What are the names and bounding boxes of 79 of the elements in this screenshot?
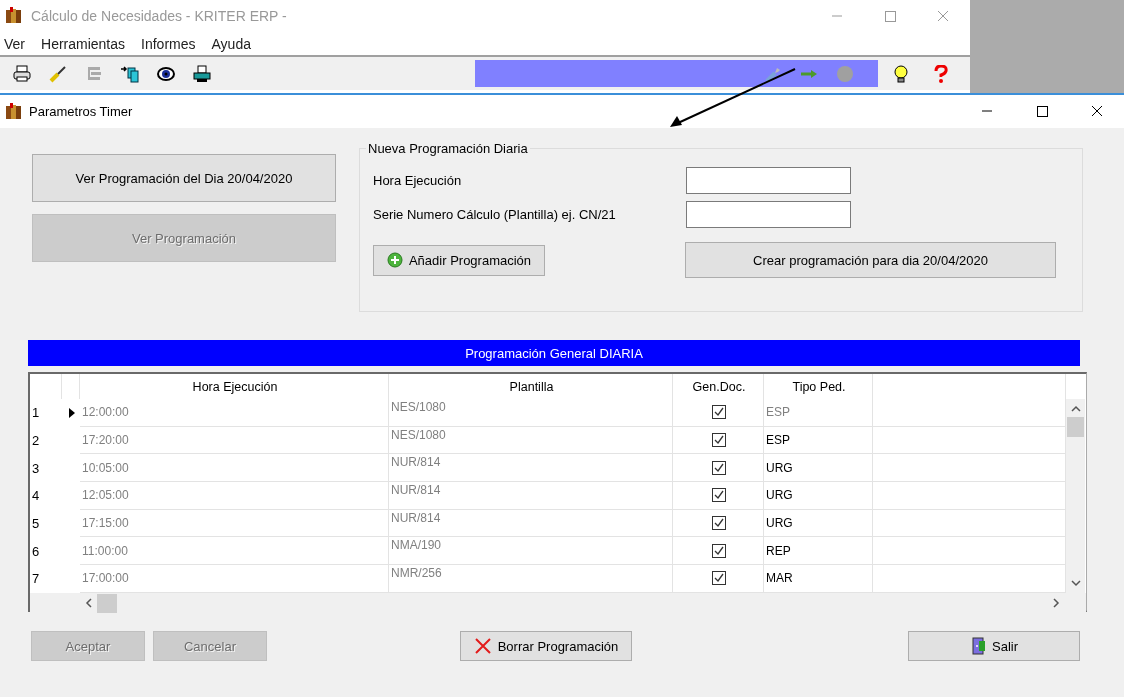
table-cell: NUR/814 xyxy=(389,482,673,510)
field-label: Serie Numero Cálculo (Plantilla) ej. CN/21 xyxy=(373,207,617,222)
checkbox[interactable] xyxy=(712,488,726,503)
documents-icon[interactable] xyxy=(121,64,139,83)
printer-icon[interactable] xyxy=(13,64,31,83)
table-cell: 17:00:00 xyxy=(80,565,389,593)
column-header[interactable]: Hora Ejecución xyxy=(80,374,389,399)
checkbox[interactable] xyxy=(712,405,726,420)
row-number: 5 xyxy=(31,515,41,534)
checkbox[interactable] xyxy=(712,460,726,475)
exit-button[interactable]: Salir xyxy=(908,631,1080,661)
table-cell: ESP xyxy=(764,426,873,455)
table-cell: URG xyxy=(764,482,873,510)
column-header[interactable]: Plantilla xyxy=(389,374,673,399)
dialog-title: Parametros Timer xyxy=(29,104,134,119)
create-schedule-button[interactable]: Crear programación para dia 20/04/2020 xyxy=(685,242,1056,278)
table-cell: 11:00:00 xyxy=(80,537,389,566)
add-schedule-button[interactable]: Añadir Programación xyxy=(373,244,545,276)
menu-item[interactable]: Informes xyxy=(137,35,200,52)
screwdriver-icon[interactable] xyxy=(49,64,67,83)
app-icon xyxy=(5,7,23,25)
row-number: 6 xyxy=(31,542,41,561)
input-field[interactable] xyxy=(686,167,851,194)
delete-button[interactable]: Borrar Programación xyxy=(460,631,632,661)
scroll-left-icon[interactable] xyxy=(85,598,93,609)
row-number: 7 xyxy=(31,570,41,589)
menu-item[interactable]: Ayuda xyxy=(207,35,255,52)
table-cell: 12:05:00 xyxy=(80,482,389,510)
table-cell: MAR xyxy=(764,565,873,593)
scroll-right-icon[interactable] xyxy=(1052,598,1060,609)
menu-item[interactable]: Herramientas xyxy=(37,35,130,52)
table-cell: NUR/814 xyxy=(389,454,673,483)
table-cell: NUR/814 xyxy=(389,509,673,538)
scroll-down-icon[interactable] xyxy=(1070,578,1081,587)
app-icon xyxy=(5,102,23,121)
checkbox[interactable] xyxy=(712,433,726,448)
checkbox[interactable] xyxy=(712,571,726,586)
table-cell: NES/1080 xyxy=(389,399,673,427)
table-cell: URG xyxy=(764,454,873,483)
scrollbar-thumb[interactable] xyxy=(97,593,117,613)
table-cell: URG xyxy=(764,509,873,538)
table-cell: 12:00:00 xyxy=(80,399,389,427)
checkbox[interactable] xyxy=(712,543,726,558)
table-title: Programación General DIARIA xyxy=(28,340,1080,366)
door-icon xyxy=(970,637,986,655)
table-cell: ESP xyxy=(764,399,873,427)
table-cell: NMR/256 xyxy=(389,565,673,593)
input-field[interactable] xyxy=(686,201,851,228)
row-number: 4 xyxy=(31,487,41,506)
scrollbar-thumb[interactable] xyxy=(1067,417,1084,437)
field-label: Hora Ejecución xyxy=(373,173,463,188)
close-button[interactable] xyxy=(1091,105,1104,118)
delete-icon xyxy=(473,637,492,655)
scroll-up-icon[interactable] xyxy=(1070,405,1081,413)
view-schedule-button[interactable]: Ver Programación del Dia 20/04/2020 xyxy=(32,154,336,202)
maximize-button[interactable] xyxy=(1036,105,1049,118)
horizontal-scrollbar[interactable] xyxy=(30,592,1086,614)
window-title: Cálculo de Necesidades - KRITER ERP - xyxy=(31,8,288,24)
printer-icon[interactable] xyxy=(193,64,211,83)
table-cell: 17:15:00 xyxy=(80,509,389,538)
row-number: 3 xyxy=(31,459,41,478)
menu-item[interactable]: Ver xyxy=(0,35,29,52)
table-cell: NES/1080 xyxy=(389,426,673,455)
eye-icon[interactable] xyxy=(157,64,175,83)
row-number: 2 xyxy=(31,432,41,451)
checkbox[interactable] xyxy=(712,516,726,531)
table-cell: REP xyxy=(764,537,873,566)
column-header[interactable]: Gen.Doc. xyxy=(673,374,764,399)
table-cell: 10:05:00 xyxy=(80,454,389,483)
vertical-scrollbar[interactable] xyxy=(1066,399,1085,593)
table-cell: NMA/190 xyxy=(389,537,673,566)
help-icon[interactable] xyxy=(932,64,950,83)
group-title: Nueva Programación Diaria xyxy=(366,141,530,156)
lightbulb-icon[interactable] xyxy=(892,64,910,83)
plus-icon xyxy=(386,252,403,268)
column-header[interactable]: Tipo Ped. xyxy=(764,374,873,399)
row-number: 1 xyxy=(31,404,41,423)
circle-icon xyxy=(836,64,854,83)
table-cell: 17:20:00 xyxy=(80,426,389,455)
